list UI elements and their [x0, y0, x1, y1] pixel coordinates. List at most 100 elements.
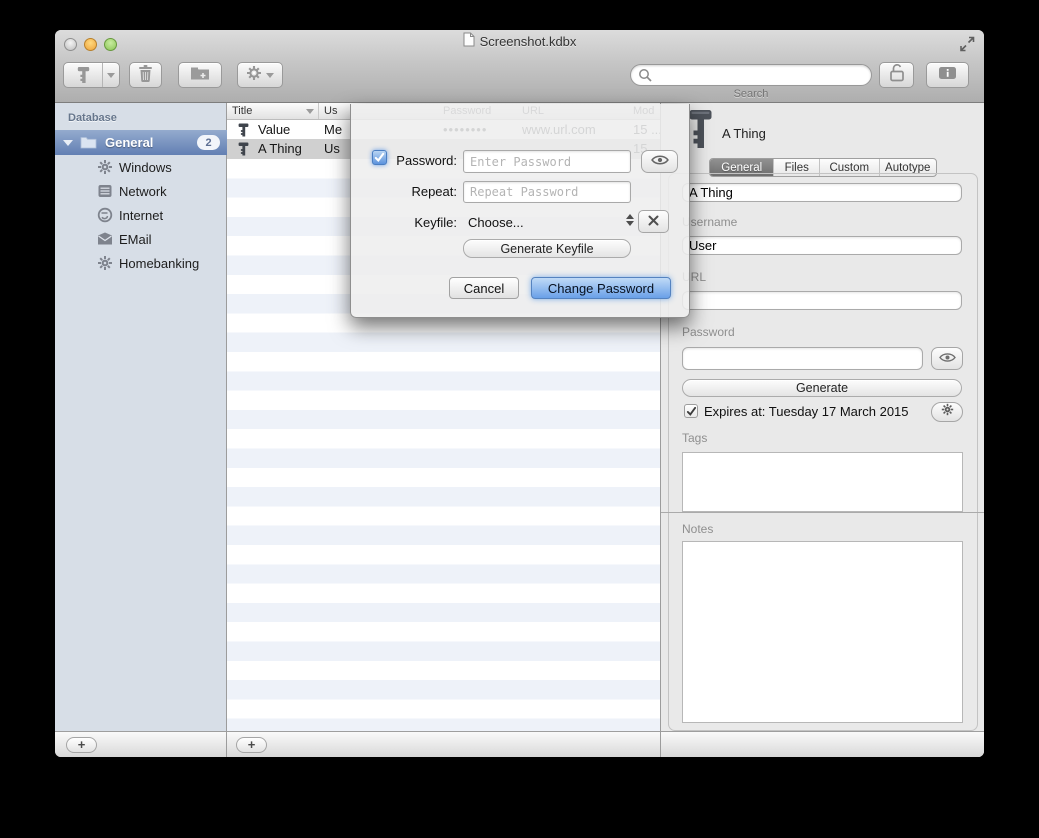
search-input[interactable]	[657, 66, 862, 84]
key-icon	[238, 142, 249, 159]
keyfile-stepper[interactable]	[626, 214, 634, 226]
key-icon	[64, 66, 102, 84]
sidebar-item-label: Network	[119, 184, 167, 199]
password-label: Password:	[385, 153, 457, 168]
globe-icon	[97, 207, 113, 223]
key-icon	[238, 123, 249, 140]
server-icon	[97, 183, 113, 199]
column-header-title[interactable]: Title	[232, 105, 252, 117]
action-dropdown-caret	[266, 73, 274, 78]
cell-username: Me	[324, 122, 342, 137]
keyfile-popup[interactable]: Choose...	[468, 215, 524, 230]
sidebar-item-windows[interactable]: Windows	[55, 155, 227, 179]
sidebar-item-label: EMail	[119, 232, 152, 247]
sidebar-item-label: General	[105, 135, 153, 150]
generate-keyfile-button[interactable]: Generate Keyfile	[463, 239, 631, 258]
cell-username: Us	[324, 141, 340, 156]
search-icon	[638, 68, 653, 88]
lock-button[interactable]: Lock	[879, 62, 914, 88]
sidebar-item-label: Windows	[119, 160, 172, 175]
inspector-footer	[661, 731, 984, 757]
trash-icon	[138, 64, 153, 87]
column-divider[interactable]	[318, 103, 319, 119]
tags-label: Tags	[682, 431, 707, 445]
close-button[interactable]	[64, 38, 77, 51]
minimize-button[interactable]	[84, 38, 97, 51]
cell-title: A Thing	[258, 141, 302, 156]
sidebar: Database General 2 Windows Network	[55, 103, 227, 731]
reveal-password-button[interactable]	[931, 347, 963, 370]
sidebar-section-header: Database	[68, 112, 117, 124]
action-button[interactable]: Action	[237, 62, 283, 88]
add-group-footer-button[interactable]: +	[66, 737, 97, 753]
inspector-panel: A Thing General Files Custom Autotype Us…	[660, 103, 984, 757]
url-field[interactable]	[682, 291, 962, 310]
table-footer: +	[227, 731, 660, 757]
generate-password-button[interactable]: Generate	[682, 379, 962, 397]
add-entry-footer-button[interactable]: +	[236, 737, 267, 753]
inspector-button[interactable]: Inspector	[926, 62, 969, 88]
clear-keyfile-button[interactable]	[638, 210, 669, 233]
tags-field[interactable]	[682, 452, 963, 512]
sort-triangle-down-icon	[306, 109, 314, 114]
sidebar-item-network[interactable]: Network	[55, 179, 227, 203]
sidebar-footer: +	[55, 731, 227, 757]
count-badge: 2	[197, 135, 220, 150]
column-header-username[interactable]: Us	[324, 105, 337, 117]
info-icon	[938, 66, 957, 85]
section-divider	[661, 512, 984, 513]
sidebar-item-internet[interactable]: Internet	[55, 203, 227, 227]
fullscreen-icon[interactable]	[959, 36, 976, 52]
change-password-button[interactable]: Change Password	[531, 277, 671, 299]
eye-icon	[939, 350, 956, 368]
x-icon	[648, 213, 659, 231]
sidebar-item-homebanking[interactable]: Homebanking	[55, 251, 227, 275]
gear-icon	[941, 403, 954, 421]
sidebar-item-email[interactable]: EMail	[55, 227, 227, 251]
username-field[interactable]	[682, 236, 962, 255]
zoom-button[interactable]	[104, 38, 117, 51]
gear-icon	[246, 65, 262, 86]
notes-field[interactable]	[682, 541, 963, 723]
search-label: Search	[630, 88, 872, 100]
app-window: Screenshot.kdbx Add Entry Del	[55, 30, 984, 757]
cancel-button[interactable]: Cancel	[449, 277, 519, 299]
search-field[interactable]	[630, 64, 872, 86]
keyfile-label: Keyfile:	[385, 215, 457, 230]
envelope-icon	[97, 231, 113, 247]
change-password-dialog: Password: Repeat: Keyfile: Choose... Gen…	[350, 104, 690, 318]
username-label: Username	[682, 215, 737, 229]
window-header: Screenshot.kdbx Add Entry Del	[55, 30, 984, 103]
repeat-label: Repeat:	[385, 184, 457, 199]
folder-plus-icon	[190, 65, 210, 86]
add-entry-button[interactable]: Add Entry	[63, 62, 120, 88]
cell-title: Value	[258, 122, 290, 137]
gear-icon	[97, 255, 113, 271]
reveal-password-button[interactable]	[641, 150, 678, 173]
add-entry-dropdown[interactable]	[102, 63, 119, 87]
sidebar-item-general[interactable]: General 2	[55, 130, 227, 155]
eye-icon	[651, 153, 669, 171]
delete-button[interactable]: Delete	[129, 62, 162, 88]
expires-label[interactable]: Expires at: Tuesday 17 March 2015	[704, 404, 909, 419]
sidebar-item-label: Internet	[119, 208, 163, 223]
notes-label: Notes	[682, 522, 713, 536]
title-field[interactable]	[682, 183, 962, 202]
window-title: Screenshot.kdbx	[480, 34, 577, 49]
disclosure-triangle-icon[interactable]	[63, 140, 73, 146]
sidebar-item-label: Homebanking	[119, 256, 199, 271]
entry-title: A Thing	[722, 126, 766, 141]
titlebar[interactable]: Screenshot.kdbx	[55, 30, 984, 53]
folder-icon	[80, 136, 97, 149]
document-icon	[463, 32, 475, 52]
gear-icon	[97, 159, 113, 175]
open-padlock-icon	[888, 63, 906, 87]
expires-checkbox[interactable]	[684, 404, 698, 418]
password-field[interactable]	[682, 347, 923, 370]
password-input[interactable]	[463, 150, 631, 173]
repeat-input[interactable]	[463, 181, 631, 203]
expires-options-button[interactable]	[931, 402, 963, 422]
add-group-button[interactable]: Add Group	[178, 62, 222, 88]
password-label: Password	[682, 325, 735, 339]
key-icon	[688, 109, 713, 154]
